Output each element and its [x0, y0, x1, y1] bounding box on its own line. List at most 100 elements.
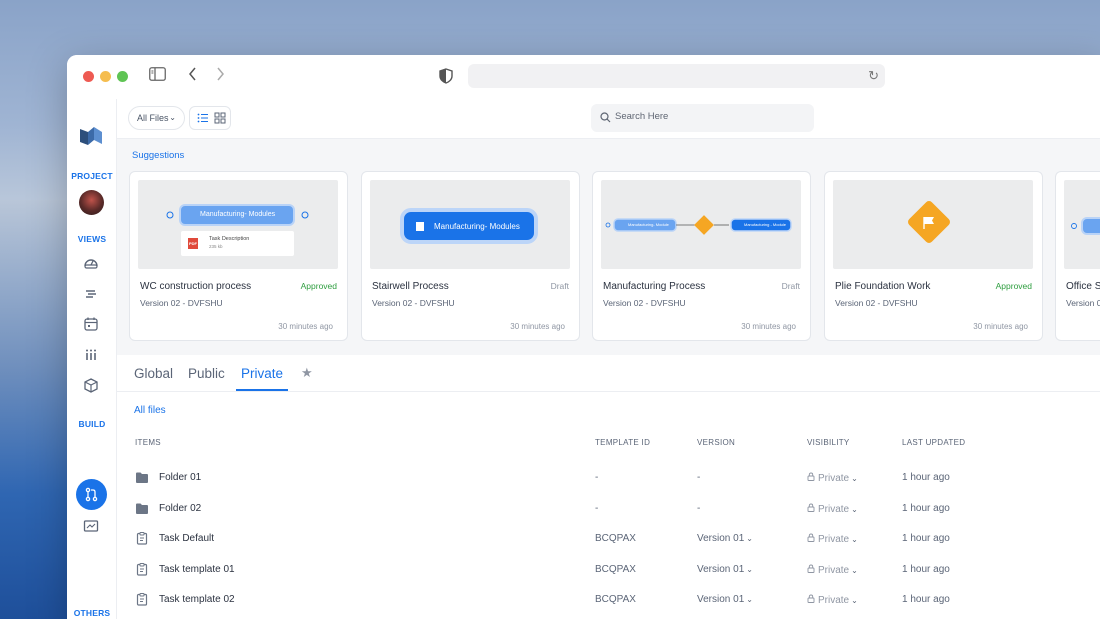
visibility-select[interactable]: Private ⌄	[807, 533, 858, 545]
template-id: -	[595, 502, 599, 514]
search-icon	[600, 112, 611, 123]
cube-icon[interactable]	[82, 377, 100, 395]
visibility-select[interactable]: Private ⌄	[807, 503, 858, 515]
status-badge: Draft	[781, 281, 800, 291]
template-icon	[136, 593, 148, 606]
last-updated: 1 hour ago	[902, 472, 950, 483]
status-badge: Draft	[550, 281, 569, 291]
suggestion-card[interactable]: Office S Version 0	[1055, 171, 1100, 341]
suggestion-card[interactable]: Manufacturing- Module Manufacturing - Mo…	[592, 171, 811, 341]
thumb-label: Manufacturing- Modules	[434, 222, 520, 231]
column-header-version[interactable]: VERSION	[697, 438, 735, 447]
table-row[interactable]: Task Default BCQPAX Version 01 ⌄ Private ⌄ 1 h…	[117, 525, 1100, 555]
table-row[interactable]: Task template 02 BCQPAX Version 01 ⌄ Private…	[117, 586, 1100, 616]
build-active-button[interactable]	[76, 479, 107, 510]
title-bar: ↻	[67, 55, 1100, 99]
item-name[interactable]: Task template 01	[159, 564, 235, 575]
chevron-down-icon: ⌄	[851, 504, 858, 514]
suggestion-card[interactable]: Manufacturing- Modules Stairwell Process…	[361, 171, 580, 341]
close-window-button[interactable]	[83, 71, 94, 82]
lock-icon	[807, 564, 815, 573]
tab-global[interactable]: Global	[134, 366, 173, 381]
list-icon[interactable]	[82, 285, 100, 303]
grid-view-icon[interactable]	[214, 112, 226, 124]
zoom-window-button[interactable]	[117, 71, 128, 82]
file-filter-dropdown[interactable]: All Files ⌄	[128, 106, 185, 130]
thumb-size: 235 kb	[209, 244, 223, 249]
version-select[interactable]: Version 01 ⌄	[697, 594, 753, 605]
template-id: BCQPAX	[595, 594, 636, 605]
visibility-select[interactable]: Private ⌄	[807, 564, 858, 576]
version-value: Version 01	[697, 533, 745, 544]
template-id: -	[595, 472, 599, 483]
item-name[interactable]: Task Default	[159, 533, 214, 544]
item-name[interactable]: Folder 02	[159, 503, 201, 514]
dashboard-icon[interactable]	[82, 254, 100, 272]
version-value: -	[697, 502, 701, 514]
item-name[interactable]: Folder 01	[159, 472, 201, 483]
table-row[interactable]: Folder 02 - - Private ⌄ 1 hour ago	[117, 495, 1100, 525]
lock-icon	[807, 594, 815, 603]
chevron-down-icon: ⌄	[851, 565, 858, 575]
version-select: -	[697, 472, 700, 483]
card-timestamp: 30 minutes ago	[741, 322, 796, 331]
table-row[interactable]: Task template 01 BCQPAX Version 01 ⌄ Private…	[117, 556, 1100, 586]
project-avatar[interactable]	[79, 190, 104, 215]
column-header-template-id[interactable]: TEMPLATE ID	[595, 438, 650, 447]
build-section-label: BUILD	[78, 419, 106, 429]
active-tab-indicator	[236, 389, 288, 391]
tab-private[interactable]: Private	[241, 366, 283, 381]
table-row[interactable]: Folder 01 - - Private ⌄ 1 hour ago	[117, 464, 1100, 494]
thumb-sublabel: Task Description	[209, 236, 250, 242]
shield-icon[interactable]	[439, 68, 453, 84]
git-pull-request-icon	[85, 487, 98, 502]
column-header-items[interactable]: ITEMS	[135, 438, 161, 447]
card-thumbnail	[1064, 180, 1100, 269]
version-select: -	[697, 503, 700, 514]
flag-icon	[908, 201, 950, 243]
content-toolbar: All Files ⌄	[117, 99, 1100, 139]
search-input[interactable]	[615, 111, 795, 122]
sidebar-toggle-icon[interactable]	[149, 67, 166, 81]
version-value: Version 01	[697, 594, 745, 605]
columns-icon[interactable]	[82, 346, 100, 364]
suggestions-label: Suggestions	[132, 150, 185, 161]
list-view-icon[interactable]	[197, 112, 209, 124]
version-select[interactable]: Version 01 ⌄	[697, 564, 753, 575]
visibility-value: Private	[818, 503, 850, 515]
view-toggle	[189, 106, 231, 130]
suggestion-card[interactable]: Plie Foundation Work Approved Version 02…	[824, 171, 1043, 341]
card-timestamp: 30 minutes ago	[510, 322, 565, 331]
visibility-select[interactable]: Private ⌄	[807, 472, 858, 484]
search-box	[591, 104, 814, 132]
visibility-select[interactable]: Private ⌄	[807, 594, 858, 606]
breadcrumb[interactable]: All files	[134, 405, 166, 416]
chevron-down-icon: ⌄	[746, 595, 753, 604]
reload-icon[interactable]: ↻	[868, 68, 879, 84]
chevron-down-icon: ⌄	[851, 535, 858, 544]
suggestion-card[interactable]: Manufacturing- Modules PDF Task Descript…	[129, 171, 348, 341]
card-version: Version 0	[1066, 298, 1100, 308]
folder-icon	[136, 472, 148, 483]
star-icon[interactable]: ★	[301, 365, 313, 381]
card-thumbnail: Manufacturing- Modules	[370, 180, 570, 269]
calendar-icon[interactable]	[82, 315, 100, 333]
minimize-window-button[interactable]	[100, 71, 111, 82]
back-icon[interactable]	[188, 67, 198, 81]
app-logo[interactable]	[79, 124, 103, 146]
chevron-down-icon: ⌄	[851, 474, 858, 483]
forward-icon[interactable]	[215, 67, 225, 81]
item-name[interactable]: Task template 02	[159, 594, 235, 605]
visibility-tabs: Global Public Private ★	[117, 355, 1100, 392]
views-section-label: VIEWS	[77, 234, 107, 244]
presentation-icon[interactable]	[82, 517, 100, 535]
lock-icon	[807, 472, 815, 481]
column-header-last-updated[interactable]: LAST UPDATED	[902, 438, 965, 447]
url-bar[interactable]: ↻	[468, 64, 885, 88]
card-version: Version 02 - DVFSHU	[603, 298, 686, 308]
status-badge: Approved	[300, 281, 337, 291]
card-title: Office S	[1066, 281, 1100, 292]
tab-public[interactable]: Public	[188, 366, 225, 381]
version-select[interactable]: Version 01 ⌄	[697, 533, 753, 544]
column-header-visibility[interactable]: VISIBILITY	[807, 438, 850, 447]
